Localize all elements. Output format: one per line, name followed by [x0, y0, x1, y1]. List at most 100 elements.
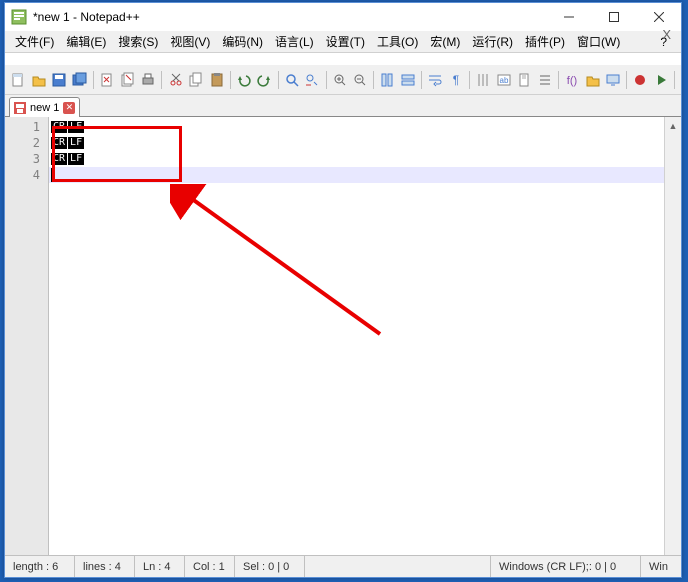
open-file-icon	[31, 72, 47, 88]
status-col: Col : 1	[185, 556, 235, 577]
close-icon	[99, 72, 115, 88]
undo-button[interactable]	[235, 69, 254, 91]
line-number: 2	[5, 135, 48, 151]
menu-run[interactable]: 运行(R)	[466, 31, 519, 52]
menu-edit[interactable]: 编辑(E)	[60, 31, 112, 52]
open-file-button[interactable]	[30, 69, 49, 91]
toolbar-separator	[674, 71, 675, 89]
redo-icon	[256, 72, 272, 88]
word-wrap-icon	[427, 72, 443, 88]
menu-settings[interactable]: 设置(T)	[320, 31, 371, 52]
save-button[interactable]	[50, 69, 69, 91]
menu-macro[interactable]: 宏(M)	[424, 31, 466, 52]
close-button[interactable]	[98, 69, 117, 91]
menu-plugins[interactable]: 插件(P)	[519, 31, 571, 52]
toolbar: ¶ ab f()	[5, 65, 681, 95]
save-icon	[51, 72, 67, 88]
minimize-button[interactable]	[546, 3, 591, 31]
record-button[interactable]	[631, 69, 650, 91]
cut-icon	[168, 72, 184, 88]
new-file-button[interactable]	[9, 69, 28, 91]
func-list-button[interactable]: f()	[563, 69, 582, 91]
sync-h-button[interactable]	[399, 69, 418, 91]
toolbar-separator	[161, 71, 162, 89]
line-gutter: 1234	[5, 117, 49, 555]
indent-guide-icon	[475, 72, 491, 88]
app-icon	[11, 9, 27, 25]
menu-search[interactable]: 搜索(S)	[112, 31, 164, 52]
menu-tools[interactable]: 工具(O)	[371, 31, 424, 52]
find-button[interactable]	[283, 69, 302, 91]
editor-line[interactable]: CRLF	[49, 135, 681, 151]
close-button[interactable]	[636, 3, 681, 31]
editor-line[interactable]: CRLF	[49, 151, 681, 167]
secondary-close-icon[interactable]: X	[662, 27, 671, 42]
monitor-icon	[605, 72, 621, 88]
window-title: *new 1 - Notepad++	[33, 10, 546, 24]
copy-button[interactable]	[187, 69, 206, 91]
status-eol: Windows (CR LF);: 0 | 0	[491, 556, 641, 577]
vertical-scrollbar[interactable]: ▲	[664, 117, 681, 555]
status-sel: Sel : 0 | 0	[235, 556, 305, 577]
svg-text:ab: ab	[499, 76, 508, 85]
menu-window[interactable]: 窗口(W)	[571, 31, 626, 52]
toolbar-separator	[626, 71, 627, 89]
close-all-button[interactable]	[118, 69, 137, 91]
zoom-in-button[interactable]	[330, 69, 349, 91]
tab-label: new 1	[30, 102, 59, 114]
undo-icon	[236, 72, 252, 88]
menubar: 文件(F) 编辑(E) 搜索(S) 视图(V) 编码(N) 语言(L) 设置(T…	[5, 31, 681, 53]
doc-map-icon	[516, 72, 532, 88]
line-number: 1	[5, 119, 48, 135]
folder-icon	[585, 72, 601, 88]
menu-view[interactable]: 视图(V)	[164, 31, 216, 52]
status-length: length : 6	[5, 556, 75, 577]
doc-list-button[interactable]	[535, 69, 554, 91]
cut-button[interactable]	[166, 69, 185, 91]
toolbar-separator	[326, 71, 327, 89]
sync-v-button[interactable]	[378, 69, 397, 91]
lang-button[interactable]: ab	[494, 69, 513, 91]
replace-button[interactable]	[303, 69, 322, 91]
doc-map-button[interactable]	[515, 69, 534, 91]
save-all-button[interactable]	[71, 69, 90, 91]
monitor-button[interactable]	[604, 69, 623, 91]
status-enc: Win	[641, 556, 681, 577]
menu-encoding[interactable]: 编码(N)	[216, 31, 269, 52]
menu-file[interactable]: 文件(F)	[9, 31, 60, 52]
print-button[interactable]	[139, 69, 158, 91]
func-list-icon: f()	[564, 72, 580, 88]
editor-line[interactable]	[49, 167, 681, 183]
window-controls	[546, 3, 681, 31]
svg-text:¶: ¶	[453, 73, 459, 87]
eol-marker: CRLF	[51, 153, 85, 165]
paste-button[interactable]	[207, 69, 226, 91]
indent-guide-button[interactable]	[474, 69, 493, 91]
doc-list-icon	[537, 72, 553, 88]
tabbar: new 1 ✕	[5, 95, 681, 117]
word-wrap-button[interactable]	[426, 69, 445, 91]
zoom-out-button[interactable]	[351, 69, 370, 91]
maximize-button[interactable]	[591, 3, 636, 31]
redo-button[interactable]	[255, 69, 274, 91]
line-number: 3	[5, 151, 48, 167]
zoom-in-icon	[332, 72, 348, 88]
line-number: 4	[5, 167, 48, 183]
scroll-up-icon[interactable]: ▲	[665, 117, 681, 134]
toolbar-separator	[278, 71, 279, 89]
menu-language[interactable]: 语言(L)	[269, 31, 320, 52]
tab-new1[interactable]: new 1 ✕	[9, 97, 80, 117]
show-all-button[interactable]: ¶	[447, 69, 466, 91]
play-icon	[653, 72, 669, 88]
text-area[interactable]: CRLFCRLFCRLF	[49, 117, 681, 555]
copy-icon	[188, 72, 204, 88]
close-all-icon	[120, 72, 136, 88]
new-file-icon	[10, 72, 26, 88]
replace-icon	[304, 72, 320, 88]
show-all-icon: ¶	[448, 72, 464, 88]
titlebar: *new 1 - Notepad++	[5, 3, 681, 31]
editor-line[interactable]: CRLF	[49, 119, 681, 135]
tab-close-icon[interactable]: ✕	[63, 102, 75, 114]
play-button[interactable]	[652, 69, 671, 91]
folder-button[interactable]	[583, 69, 602, 91]
